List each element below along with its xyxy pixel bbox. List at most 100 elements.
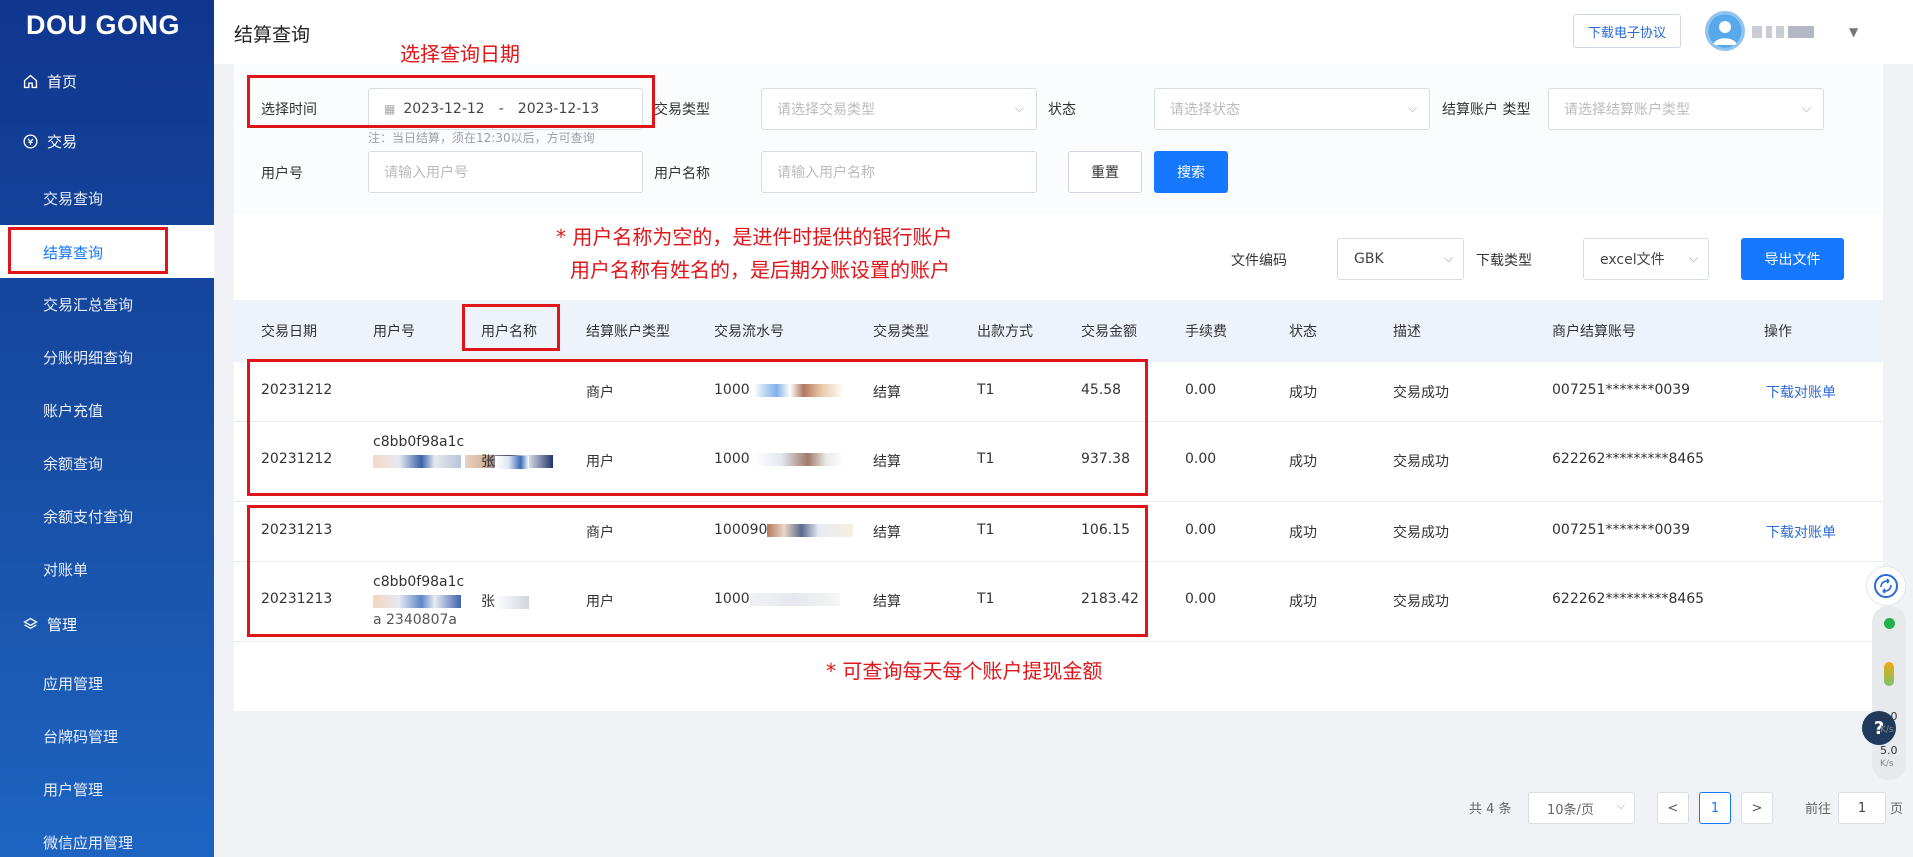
encoding-select[interactable]: GBK ⌵ xyxy=(1337,238,1464,280)
annotation-box-rows-day2 xyxy=(247,505,1148,637)
status-label: 状态 xyxy=(1048,102,1076,118)
user-name-masked xyxy=(1752,26,1837,38)
cell-desc: 交易成功 xyxy=(1393,385,1449,401)
account-type-select[interactable]: 请选择结算账户类型 ⌵ xyxy=(1548,88,1824,130)
download-type-select[interactable]: excel文件 ⌵ xyxy=(1583,238,1709,280)
annotation-box-sidebar xyxy=(8,227,168,274)
search-button[interactable]: 搜索 xyxy=(1154,151,1228,193)
annotation-note-line2: 用户名称有姓名的，是后期分账设置的账户 xyxy=(570,258,950,282)
col-merchant-account: 商户结算账号 xyxy=(1552,324,1636,340)
cell-fee: 0.00 xyxy=(1185,591,1217,607)
sidebar-item-balance[interactable]: 余额查询 xyxy=(43,453,103,474)
sidebar-item-recharge[interactable]: 账户充值 xyxy=(43,400,103,421)
page-title: 结算查询 xyxy=(234,24,311,46)
nav-group-manage-label: 管理 xyxy=(47,616,78,634)
nav-group-trade[interactable]: 交易 xyxy=(22,131,77,152)
chevron-down-icon: ⌵ xyxy=(1014,101,1024,115)
trade-type-label: 交易类型 xyxy=(654,102,710,118)
user-name-input[interactable]: 请输入用户名称 xyxy=(761,151,1037,193)
layers-icon xyxy=(23,617,38,630)
col-account-type: 结算账户类型 xyxy=(586,324,670,340)
next-page-button[interactable]: > xyxy=(1741,792,1773,824)
account-type-placeholder: 请选择结算账户类型 xyxy=(1564,102,1690,118)
date-hint: 注：当日结算，须在12:30以后，方可查询 xyxy=(368,131,595,145)
cell-desc: 交易成功 xyxy=(1393,454,1449,470)
sidebar-item-user-manage[interactable]: 用户管理 xyxy=(43,779,103,800)
speed-upload-value: 0.0 xyxy=(1880,710,1898,723)
logo-text: OU GONG xyxy=(46,10,181,40)
sidebar-item-balance-pay[interactable]: 余额支付查询 xyxy=(43,506,133,527)
cell-status: 成功 xyxy=(1289,594,1317,610)
download-statement-link[interactable]: 下载对账单 xyxy=(1766,522,1836,542)
speed-upload: 0.0 K/s xyxy=(1880,711,1898,736)
user-no-input[interactable]: 请输入用户号 xyxy=(368,151,643,193)
sidebar: DOU GONG 首页 交易 交易查询 结算查询 交易汇总查询 分账明细查询 账… xyxy=(0,0,214,857)
refresh-icon xyxy=(1874,574,1898,598)
sidebar-item-trade-query[interactable]: 交易查询 xyxy=(43,188,103,209)
goto-page-input[interactable]: 1 xyxy=(1838,792,1886,824)
sidebar-item-wechat-app[interactable]: 微信应用管理 xyxy=(43,832,133,853)
nav-home-label: 首页 xyxy=(47,73,78,91)
pager-total: 共 4 条 xyxy=(1469,802,1512,817)
speed-download-value: 5.0 xyxy=(1880,744,1898,757)
status-placeholder: 请选择状态 xyxy=(1170,102,1240,118)
trade-icon xyxy=(23,134,38,149)
cell-fee: 0.00 xyxy=(1185,382,1217,398)
col-fee: 手续费 xyxy=(1185,324,1227,340)
download-type-value: excel文件 xyxy=(1600,252,1665,268)
nav-group-manage[interactable]: 管理 xyxy=(22,614,77,635)
cell-merchant-account: 007251*******0039 xyxy=(1552,522,1691,538)
export-file-button[interactable]: 导出文件 xyxy=(1741,238,1844,280)
account-type-label: 结算账户 类型 xyxy=(1442,102,1531,118)
user-no-label: 用户号 xyxy=(261,166,303,182)
chevron-right-icon: > xyxy=(1751,800,1763,816)
user-avatar-icon xyxy=(1708,14,1742,48)
cell-desc: 交易成功 xyxy=(1393,594,1449,610)
reset-button[interactable]: 重置 xyxy=(1068,151,1142,193)
user-no-placeholder: 请输入用户号 xyxy=(384,165,468,181)
trade-type-select[interactable]: 请选择交易类型 ⌵ xyxy=(761,88,1037,130)
avatar[interactable] xyxy=(1705,11,1745,51)
chevron-down-icon: ⌵ xyxy=(1616,799,1625,812)
goto-label: 前往 xyxy=(1805,802,1832,817)
status-select[interactable]: 请选择状态 ⌵ xyxy=(1154,88,1430,130)
col-user-no: 用户号 xyxy=(373,324,415,340)
sidebar-item-qrcode-manage[interactable]: 台牌码管理 xyxy=(43,726,118,747)
page-number-button[interactable]: 1 xyxy=(1699,792,1731,824)
speed-download: 5.0 K/s xyxy=(1880,745,1898,770)
sidebar-item-trade-summary[interactable]: 交易汇总查询 xyxy=(43,294,133,315)
col-trade-type: 交易类型 xyxy=(873,324,929,340)
col-serial: 交易流水号 xyxy=(714,324,784,340)
cell-merchant-account: 622262*********8465 xyxy=(1552,591,1705,607)
trade-type-placeholder: 请选择交易类型 xyxy=(777,102,875,118)
page-size-select[interactable]: 10条/页 ⌵ xyxy=(1528,792,1635,824)
encoding-value: GBK xyxy=(1354,251,1384,267)
goto-suffix: 页 xyxy=(1890,802,1904,817)
prev-page-button[interactable]: < xyxy=(1657,792,1689,824)
level-bar-icon xyxy=(1884,662,1894,686)
annotation-pick-date: 选择查询日期 xyxy=(400,42,520,66)
col-status: 状态 xyxy=(1289,324,1317,340)
download-statement-link[interactable]: 下载对账单 xyxy=(1766,382,1836,402)
sidebar-item-split-detail[interactable]: 分账明细查询 xyxy=(43,347,133,368)
col-method: 出款方式 xyxy=(977,324,1033,340)
chevron-down-icon: ⌵ xyxy=(1407,101,1417,115)
cell-merchant-account: 007251*******0039 xyxy=(1552,382,1691,398)
floating-assistant-button[interactable] xyxy=(1866,566,1906,606)
chevron-left-icon: < xyxy=(1667,800,1679,816)
nav-home[interactable]: 首页 xyxy=(22,71,77,92)
col-amount: 交易金额 xyxy=(1081,324,1137,340)
chevron-down-icon: ⌵ xyxy=(1688,251,1698,265)
sidebar-item-statement[interactable]: 对账单 xyxy=(43,559,88,580)
status-dot-icon xyxy=(1884,618,1895,629)
cell-fee: 0.00 xyxy=(1185,522,1217,538)
sidebar-item-app-manage[interactable]: 应用管理 xyxy=(43,673,103,694)
encoding-label: 文件编码 xyxy=(1231,253,1287,269)
download-agreement-button[interactable]: 下载电子协议 xyxy=(1573,14,1681,48)
annotation-box-date xyxy=(247,75,655,128)
logo-letter: D xyxy=(26,10,46,40)
chevron-down-icon[interactable]: ▼ xyxy=(1849,25,1858,39)
cell-status: 成功 xyxy=(1289,525,1317,541)
annotation-note-bottom: * 可查询每天每个账户提现金额 xyxy=(826,659,1103,683)
annotation-box-rows-day1 xyxy=(247,359,1148,496)
